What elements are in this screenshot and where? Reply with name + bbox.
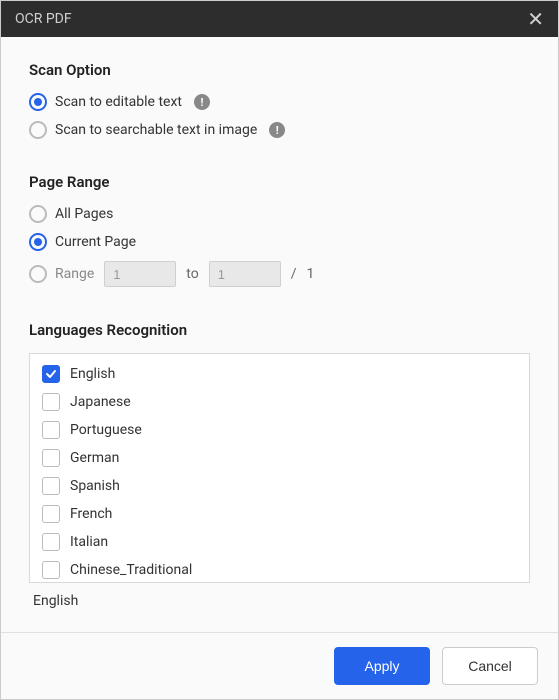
list-item[interactable]: French: [38, 500, 521, 528]
list-item[interactable]: Spanish: [38, 472, 521, 500]
checkbox-icon: [42, 477, 60, 495]
info-icon[interactable]: !: [269, 122, 285, 138]
page-range-label: Range: [55, 266, 94, 282]
page-range-all[interactable]: All Pages: [29, 205, 530, 223]
cancel-button[interactable]: Cancel: [442, 647, 538, 685]
checkbox-icon: [42, 533, 60, 551]
page-range-title: Page Range: [29, 173, 530, 191]
checkbox-icon: [42, 505, 60, 523]
language-label: French: [70, 506, 112, 522]
dialog-content: Scan Option Scan to editable text ! Scan…: [1, 37, 558, 632]
range-total: 1: [306, 266, 314, 282]
range-to-input[interactable]: [209, 261, 281, 287]
range-from-input[interactable]: [104, 261, 176, 287]
selected-languages-summary: English: [29, 593, 530, 609]
apply-button[interactable]: Apply: [334, 647, 430, 685]
checkbox-icon: [42, 449, 60, 467]
dialog-footer: Apply Cancel: [1, 632, 558, 699]
language-label: Italian: [70, 534, 108, 550]
list-item[interactable]: Portuguese: [38, 416, 521, 444]
list-item[interactable]: Japanese: [38, 388, 521, 416]
list-item[interactable]: English: [38, 360, 521, 388]
language-label: German: [70, 450, 119, 466]
page-range-label: Current Page: [55, 234, 136, 250]
checkbox-icon: [42, 421, 60, 439]
radio-icon: [29, 233, 47, 251]
scan-option-title: Scan Option: [29, 61, 530, 79]
range-to-label: to: [186, 266, 198, 282]
scan-option-label: Scan to searchable text in image: [55, 122, 257, 138]
scan-option-searchable[interactable]: Scan to searchable text in image !: [29, 121, 530, 139]
page-range-custom-row: Range to / 1: [29, 261, 530, 287]
radio-icon: [29, 265, 47, 283]
info-icon[interactable]: !: [194, 94, 210, 110]
page-range-label: All Pages: [55, 206, 113, 222]
language-label: Portuguese: [70, 422, 142, 438]
checkbox-icon: [42, 365, 60, 383]
language-label: Chinese_Traditional: [70, 562, 192, 578]
list-item[interactable]: Italian: [38, 528, 521, 556]
radio-icon: [29, 93, 47, 111]
list-item[interactable]: German: [38, 444, 521, 472]
languages-listbox[interactable]: English Japanese Portuguese German Spani…: [29, 353, 530, 583]
dialog-title: OCR PDF: [15, 11, 72, 27]
range-total-sep: /: [291, 266, 297, 282]
radio-icon: [29, 121, 47, 139]
language-label: Spanish: [70, 478, 120, 494]
titlebar: OCR PDF ✕: [1, 1, 558, 37]
checkbox-icon: [42, 561, 60, 579]
list-item[interactable]: Chinese_Traditional: [38, 556, 521, 583]
checkbox-icon: [42, 393, 60, 411]
close-icon[interactable]: ✕: [527, 9, 544, 29]
page-range-current[interactable]: Current Page: [29, 233, 530, 251]
language-label: Japanese: [70, 394, 131, 410]
language-label: English: [70, 366, 115, 382]
ocr-pdf-dialog: OCR PDF ✕ Scan Option Scan to editable t…: [0, 0, 559, 700]
scan-option-editable[interactable]: Scan to editable text !: [29, 93, 530, 111]
radio-icon: [29, 205, 47, 223]
languages-title: Languages Recognition: [29, 321, 530, 339]
page-range-custom[interactable]: Range: [29, 265, 94, 283]
scan-option-label: Scan to editable text: [55, 94, 182, 110]
